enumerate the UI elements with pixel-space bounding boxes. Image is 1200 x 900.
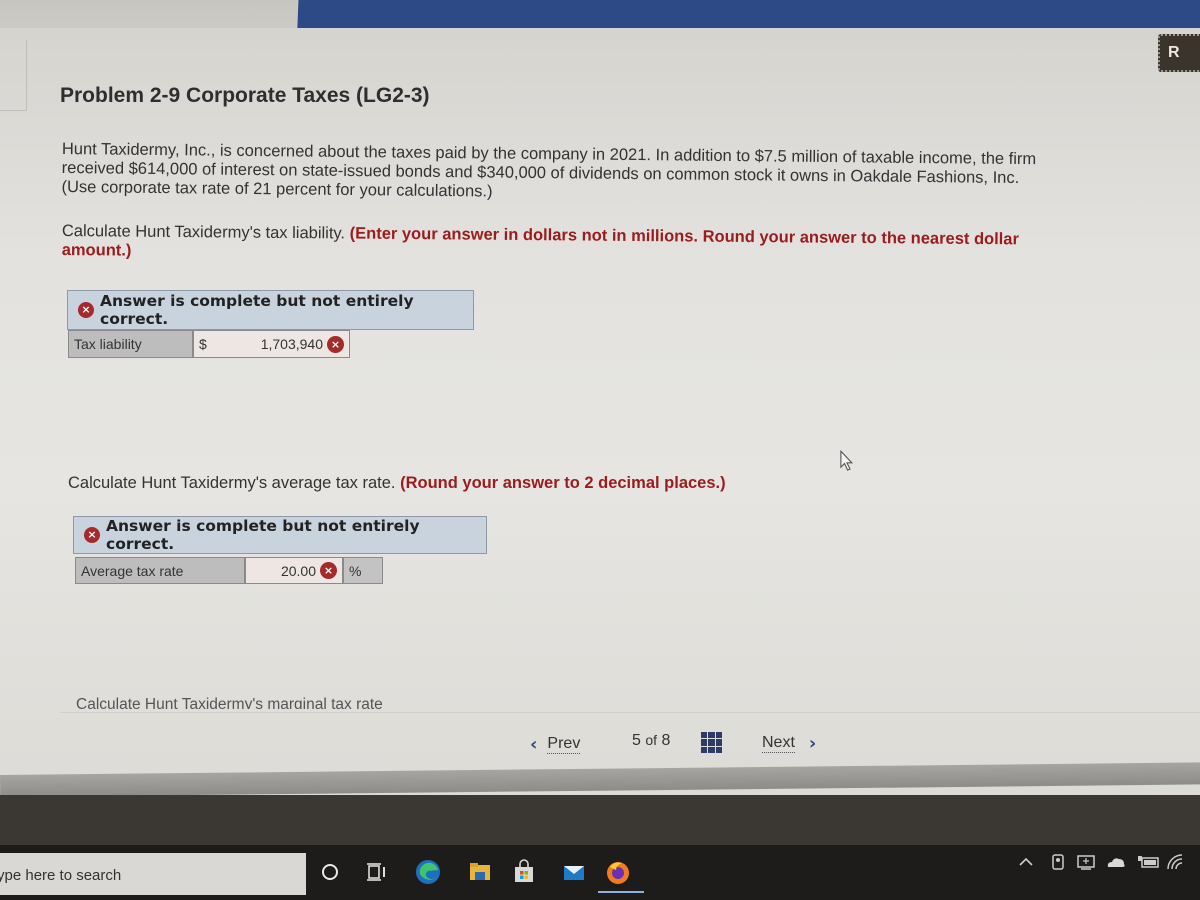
question-average-tax-rate: Calculate Hunt Taxidermy's average tax r… [68,474,726,493]
answer-status-text: Answer is complete but not entirely corr… [100,292,414,328]
show-hidden-icons-icon[interactable] [1012,848,1040,876]
page-indicator: 5 of 8 [632,732,670,750]
question-marginal-tax-rate: Calculate Hunt Taxidermy's marginal tax … [76,696,383,709]
error-icon: × [78,302,94,318]
average-tax-rate-row: Average tax rate 20.00 × % [75,557,383,584]
battery-icon[interactable] [1134,848,1162,876]
average-tax-rate-value[interactable]: 20.00 [281,563,316,579]
edge-icon[interactable] [414,858,442,886]
current-page: 5 [632,732,641,749]
chevron-left-icon: ‹ [530,734,538,755]
prev-button[interactable]: ‹ Prev [530,734,581,755]
answer-status-text: Answer is complete but not entirely corr… [106,517,420,553]
problem-description: Hunt Taxidermy, Inc., is concerned about… [61,140,1092,208]
left-panel-edge [0,40,27,111]
taskbar-search-input[interactable]: ype here to search [0,853,306,895]
average-tax-rate-field[interactable]: 20.00 × [245,557,343,584]
tax-liability-field[interactable]: $ 1,703,940 × [193,330,350,358]
mouse-cursor-icon [840,450,854,471]
tax-liability-label: Tax liability [68,330,193,358]
problem-title: Problem 2-9 Corporate Taxes (LG2-3) [60,84,430,107]
onedrive-icon[interactable] [1102,848,1130,876]
screen-icon[interactable] [1072,848,1100,876]
desk-surface [0,795,1200,850]
currency-prefix: $ [199,336,207,352]
error-icon: × [84,527,100,543]
firefox-icon[interactable] [604,858,632,886]
wifi-icon[interactable] [1162,848,1190,876]
active-app-indicator [598,891,644,893]
question-prompt: Calculate Hunt Taxidermy's tax liability… [61,222,346,243]
mail-icon[interactable] [560,858,588,886]
answer-status-banner: × Answer is complete but not entirely co… [73,516,487,554]
average-tax-rate-label: Average tax rate [75,557,245,584]
answer-status-banner: × Answer is complete but not entirely co… [67,290,474,330]
store-icon[interactable] [510,858,538,886]
chevron-right-icon: › [808,733,817,754]
incorrect-icon: × [327,335,344,353]
nav-divider [60,712,1200,713]
tax-liability-row: Tax liability $ 1,703,940 × [68,330,350,358]
task-view-icon[interactable] [362,858,390,886]
file-explorer-icon[interactable] [466,858,494,886]
corner-badge[interactable]: R [1158,34,1200,72]
cortana-icon[interactable] [316,858,344,886]
grid-icon[interactable] [701,732,722,753]
next-label[interactable]: Next [762,734,795,753]
prev-label[interactable]: Prev [547,735,581,754]
question-hint: (Round your answer to 2 decimal places.) [400,474,726,492]
incorrect-icon: × [320,562,337,579]
page-of: of [645,732,658,748]
total-pages: 8 [661,732,671,749]
question-prompt: Calculate Hunt Taxidermy's average tax r… [68,474,396,492]
percent-suffix: % [343,557,383,584]
meet-now-icon[interactable] [1044,848,1072,876]
next-button[interactable]: Next › [762,733,816,754]
tax-liability-value[interactable]: 1,703,940 [261,336,323,352]
